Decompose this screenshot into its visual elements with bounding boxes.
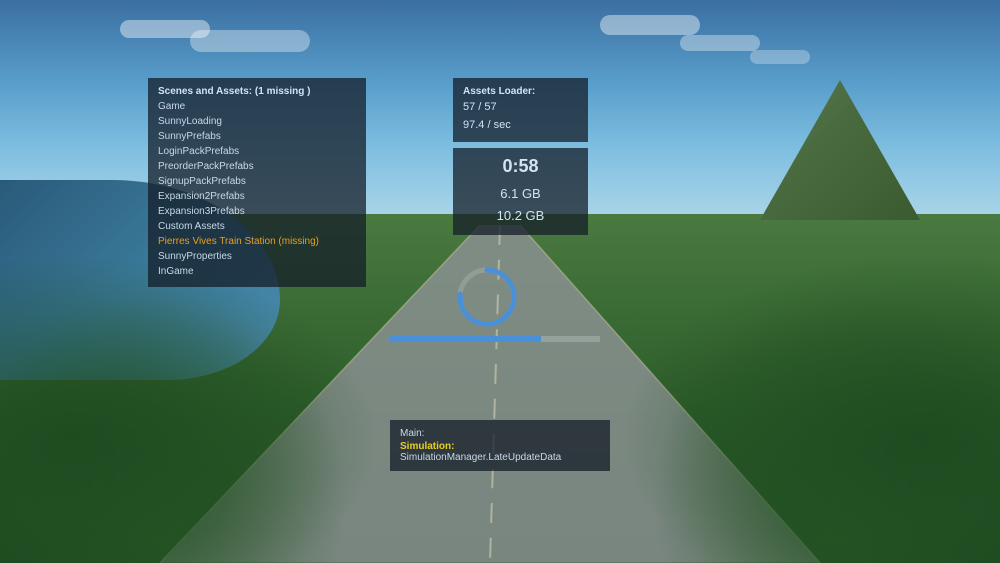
scene-item: SunnyPrefabs: [158, 129, 356, 144]
cloud-2: [190, 30, 310, 52]
forest-left: [0, 253, 380, 563]
timer-panel: 0:58 6.1 GB 10.2 GB: [453, 148, 588, 235]
scene-item: LoginPackPrefabs: [158, 144, 356, 159]
main-panel: Main: Simulation: SimulationManager.Late…: [390, 420, 610, 471]
assets-loader-panel: Assets Loader: 57 / 57 97.4 / sec: [453, 78, 588, 142]
scene-item: PreorderPackPrefabs: [158, 159, 356, 174]
loading-circle: [452, 262, 522, 332]
cloud-4: [680, 35, 760, 51]
scenes-panel-title: Scenes and Assets: (1 missing ): [158, 86, 356, 97]
memory-value-2: 10.2 GB: [463, 205, 578, 227]
scene-item: Expansion2Prefabs: [158, 189, 356, 204]
scenes-list: GameSunnyLoadingSunnyPrefabsLoginPackPre…: [158, 99, 356, 279]
assets-loader-count: 57 / 57: [463, 99, 578, 117]
main-label: Main:: [400, 428, 600, 439]
progress-bar-container: [390, 336, 600, 342]
simulation-label: Simulation:: [400, 441, 600, 452]
forest-right: [620, 253, 1000, 563]
scene-item: SunnyProperties: [158, 249, 356, 264]
scene-item: Expansion3Prefabs: [158, 204, 356, 219]
scene-item: Pierres Vives Train Station (missing): [158, 234, 356, 249]
progress-bar-fill: [390, 336, 541, 342]
scene-item: Custom Assets: [158, 219, 356, 234]
simulation-value: SimulationManager.LateUpdateData: [400, 452, 600, 463]
scene-item: SunnyLoading: [158, 114, 356, 129]
scene-item: InGame: [158, 264, 356, 279]
scene-item: SignupPackPrefabs: [158, 174, 356, 189]
cloud-3: [600, 15, 700, 35]
timer-value: 0:58: [463, 156, 578, 177]
scene-item: Game: [158, 99, 356, 114]
assets-loader-title: Assets Loader:: [463, 86, 578, 97]
scenes-panel: Scenes and Assets: (1 missing ) GameSunn…: [148, 78, 366, 287]
cloud-5: [750, 50, 810, 64]
memory-value-1: 6.1 GB: [463, 183, 578, 205]
assets-loader-rate: 97.4 / sec: [463, 117, 578, 135]
